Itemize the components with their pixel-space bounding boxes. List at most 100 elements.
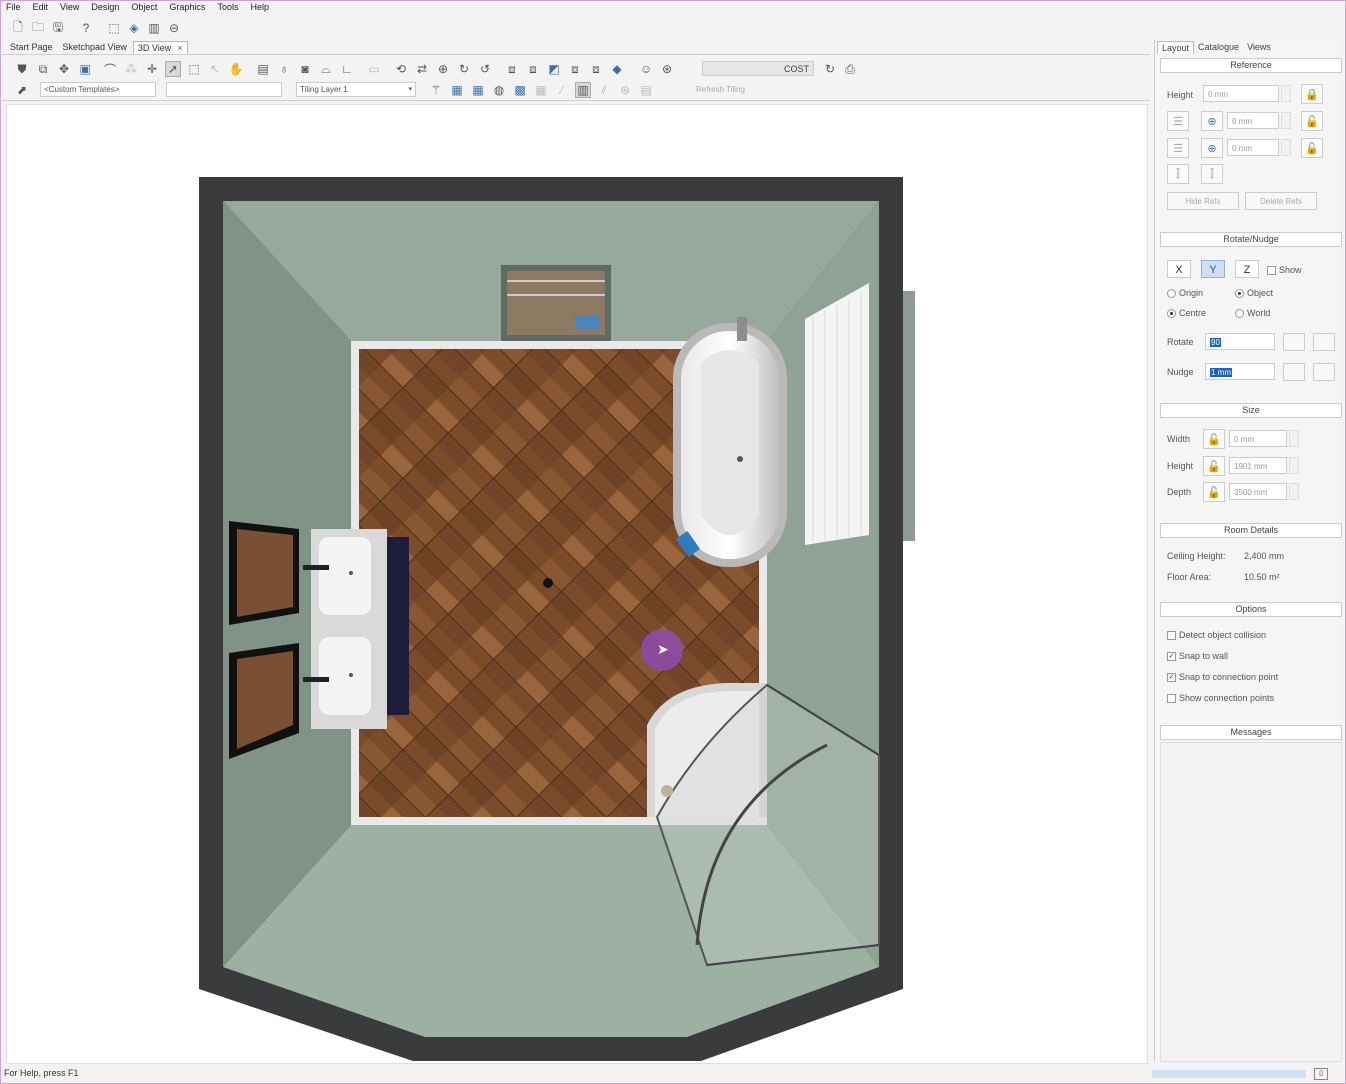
plan-view-icon[interactable]: ⬚	[106, 20, 122, 36]
reference-offset-2-input[interactable]: 0 mm	[1227, 139, 1279, 156]
nudge-plus-button[interactable]	[1313, 363, 1335, 381]
world-radio[interactable]: World	[1235, 308, 1270, 318]
view-left-icon[interactable]: ⧈	[525, 61, 541, 77]
show-connection-box[interactable]	[1167, 693, 1176, 703]
origin-radio[interactable]: Origin	[1167, 288, 1203, 298]
ref-vertical-2-icon[interactable]: ⫿	[1201, 164, 1223, 184]
view-front-icon[interactable]: ⧈	[504, 61, 520, 77]
orbit-icon[interactable]: ⟲	[393, 61, 409, 77]
tab-catalogue[interactable]: Catalogue	[1194, 41, 1243, 54]
tiling-layer-select[interactable]: Tiling Layer 1 ▾	[296, 82, 416, 97]
magic-wand-icon[interactable]: ⚚	[428, 82, 444, 98]
pick-icon[interactable]: ↖	[207, 61, 223, 77]
menu-graphics[interactable]: Graphics	[169, 2, 205, 16]
options-header[interactable]: Options	[1160, 602, 1342, 617]
show-checkbox-box[interactable]	[1267, 265, 1276, 275]
reference-offset-1-input[interactable]: 0 mm	[1227, 112, 1279, 129]
view-iso-icon[interactable]: ◆	[609, 61, 625, 77]
origin-radio-dot[interactable]	[1167, 288, 1176, 298]
messages-header[interactable]: Messages	[1160, 725, 1342, 740]
menu-tools[interactable]: Tools	[217, 2, 238, 16]
show-checkbox[interactable]: Show	[1267, 265, 1302, 275]
3d-box-icon[interactable]: ◈	[126, 20, 142, 36]
depth-spinner[interactable]	[1289, 483, 1299, 500]
close-tab-icon[interactable]: ×	[177, 43, 182, 53]
snap-to-wall-box[interactable]: ✓	[1167, 651, 1176, 661]
rotate-cw-icon[interactable]: ↻	[456, 61, 472, 77]
new-file-icon[interactable]: 🗋	[10, 20, 26, 36]
room-details-header[interactable]: Room Details	[1160, 523, 1342, 538]
tile-object-icon[interactable]: ◍	[491, 82, 507, 98]
walk-icon[interactable]: ⇄	[414, 61, 430, 77]
tile-floor-icon[interactable]: ▦	[470, 82, 486, 98]
axis-x-button[interactable]: X	[1167, 260, 1191, 278]
height-lock-icon[interactable]: 🔓	[1203, 456, 1225, 476]
template-icon[interactable]: ⬈	[14, 82, 30, 98]
object-radio[interactable]: Object	[1235, 288, 1273, 298]
arc-icon[interactable]: ⌒	[102, 61, 118, 77]
world-radio-dot[interactable]	[1235, 308, 1244, 318]
view-back-icon[interactable]: ⧈	[588, 61, 604, 77]
blank-select[interactable]	[166, 82, 282, 97]
rotate-plus-button[interactable]	[1313, 333, 1335, 351]
light-icon[interactable]: ♁	[276, 61, 292, 77]
refresh-icon[interactable]: ↻	[822, 61, 838, 77]
menu-edit[interactable]: Edit	[33, 2, 49, 16]
move-icon[interactable]: ✥	[56, 61, 72, 77]
snap-to-wall-checkbox[interactable]: ✓ Snap to wall	[1167, 651, 1228, 661]
detect-collision-checkbox[interactable]: Detect object collision	[1167, 630, 1266, 640]
ref-vertical-icon[interactable]: ⫿	[1167, 164, 1189, 184]
reference-header[interactable]: Reference	[1160, 58, 1342, 73]
footprint-icon[interactable]: ⁂	[123, 61, 139, 77]
tile-wall-icon[interactable]: ▦	[449, 82, 465, 98]
zoom-icon[interactable]: ⊕	[435, 61, 451, 77]
shape-icon[interactable]: ⌓	[318, 61, 334, 77]
fill-icon[interactable]: ▣	[77, 61, 93, 77]
view-top-icon[interactable]: ◩	[546, 61, 562, 77]
reference-height-input[interactable]: 0 mm	[1203, 85, 1279, 102]
open-folder-icon[interactable]: 🗀	[30, 20, 46, 36]
tab-layout[interactable]: Layout	[1157, 41, 1195, 54]
select-arrow-icon[interactable]: ➚	[165, 61, 181, 77]
reference-offset-1-spinner[interactable]	[1281, 112, 1291, 129]
rotate-nudge-header[interactable]: Rotate/Nudge	[1160, 232, 1342, 247]
size-height-spinner[interactable]	[1289, 457, 1299, 474]
axis-z-button[interactable]: Z	[1235, 260, 1259, 278]
dimension-icon[interactable]: ∟	[339, 61, 355, 77]
snap-connection-box[interactable]: ✓	[1167, 672, 1176, 682]
nudge-input[interactable]: 1 mm	[1205, 363, 1275, 380]
tab-views[interactable]: Views	[1243, 41, 1275, 54]
width-input[interactable]: 0 mm	[1229, 430, 1287, 447]
layers-icon[interactable]: ▤	[255, 61, 271, 77]
ref-point-2-icon[interactable]: ⊕	[1201, 138, 1223, 158]
delete-refs-button[interactable]: Delete Refs	[1245, 192, 1317, 210]
depth-lock-icon[interactable]: 🔓	[1203, 482, 1225, 502]
rotate-ccw-icon[interactable]: ↺	[477, 61, 493, 77]
tab-sketchpad-view[interactable]: Sketchpad View	[59, 41, 131, 54]
snap-connection-checkbox[interactable]: ✓ Snap to connection point	[1167, 672, 1278, 682]
menu-file[interactable]: File	[6, 2, 21, 16]
tab-3d-view[interactable]: 3D View ×	[132, 41, 188, 54]
centre-radio-dot[interactable]	[1167, 308, 1176, 318]
size-header[interactable]: Size	[1160, 403, 1342, 418]
copy-icon[interactable]: ⧉	[35, 61, 51, 77]
axis-y-button[interactable]: Y	[1201, 260, 1225, 278]
view-right-icon[interactable]: ⧈	[567, 61, 583, 77]
menu-design[interactable]: Design	[91, 2, 119, 16]
width-spinner[interactable]	[1289, 430, 1299, 447]
pan-icon[interactable]: ✛	[144, 61, 160, 77]
depth-input[interactable]: 3500 mm	[1229, 483, 1287, 500]
save-icon[interactable]: 🖫	[50, 20, 66, 36]
help-icon[interactable]: ?	[78, 20, 94, 36]
cost-display[interactable]: COST	[702, 61, 814, 76]
size-height-input[interactable]: 1901 mm	[1229, 457, 1287, 474]
show-connection-checkbox[interactable]: Show connection points	[1167, 693, 1274, 703]
detect-collision-box[interactable]	[1167, 630, 1176, 640]
globe-icon[interactable]: ⊛	[659, 61, 675, 77]
3d-viewport[interactable]: ➤	[6, 104, 1148, 1064]
unlock-2-icon[interactable]: 🔓	[1301, 138, 1323, 158]
tile-group-icon[interactable]: ▩	[512, 82, 528, 98]
ref-point-1-icon[interactable]: ⊕	[1201, 111, 1223, 131]
centre-radio[interactable]: Centre	[1167, 308, 1206, 318]
align-bottom-icon[interactable]: ☰	[1167, 138, 1189, 158]
